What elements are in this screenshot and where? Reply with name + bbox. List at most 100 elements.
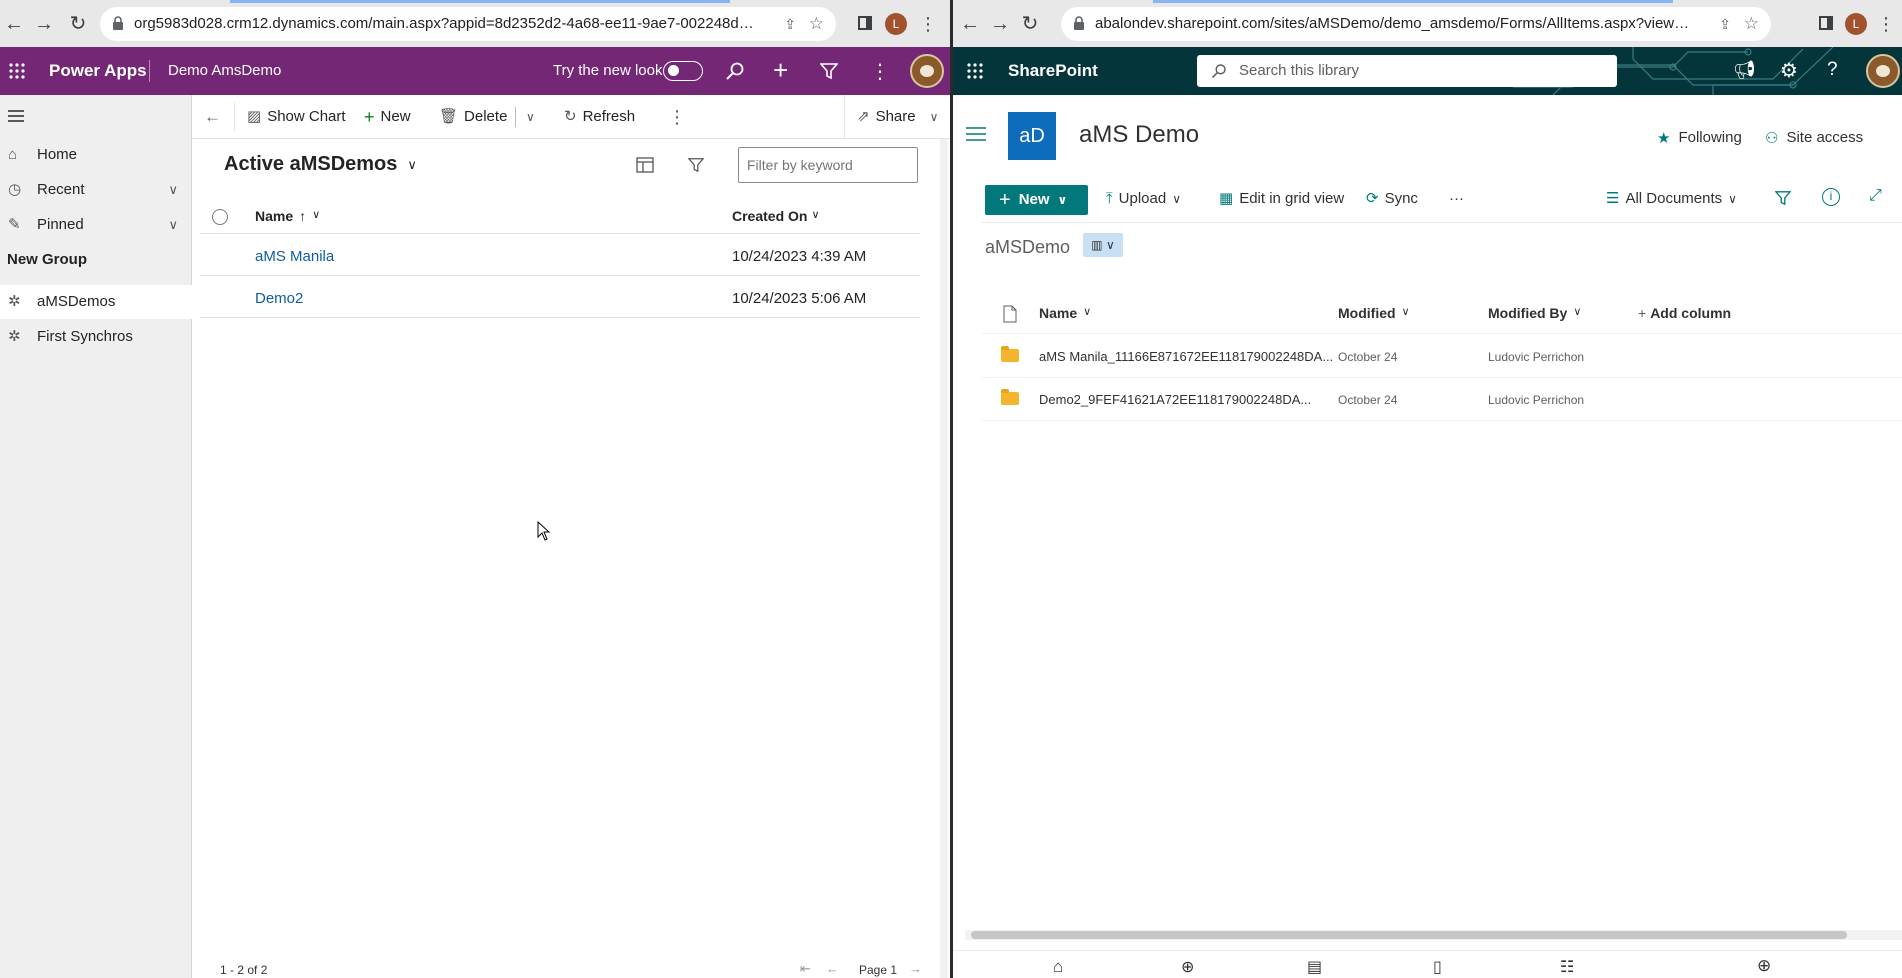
show-chart-button[interactable]: ▨ Show Chart	[247, 95, 346, 139]
list-item[interactable]: aMS Manila_11166E871672EE118179002248DA.…	[981, 335, 1902, 378]
user-avatar[interactable]	[910, 54, 944, 88]
table-row[interactable]: Demo2 10/24/2023 5:06 AM	[200, 276, 920, 318]
address-bar[interactable]: org5983d028.crm12.dynamics.com/main.aspx…	[100, 7, 836, 41]
browser-menu-icon[interactable]: ⋮	[916, 12, 940, 36]
edit-grid-view-button[interactable]: ▦ Edit in grid view	[1219, 180, 1344, 218]
edit-columns-icon[interactable]	[636, 157, 654, 173]
more-commands-icon[interactable]: ···	[1449, 180, 1464, 218]
sidebar-item-home[interactable]: ⌂ Home	[0, 138, 192, 172]
share-page-icon[interactable]: ⇪	[1719, 7, 1731, 41]
app-launcher-icon[interactable]	[8, 62, 26, 80]
chevron-down-icon[interactable]: ∨	[168, 173, 178, 207]
address-bar[interactable]: abalondev.sharepoint.com/sites/aMSDemo/d…	[1061, 7, 1771, 41]
new-button[interactable]: + New	[364, 95, 411, 139]
forward-icon[interactable]: →	[988, 12, 1012, 36]
sidebar-item-first-synchros[interactable]: ✲ First Synchros	[0, 320, 192, 354]
info-icon[interactable]: i	[1822, 188, 1840, 206]
view-selector[interactable]: Active aMSDemos ∨	[224, 153, 417, 176]
select-all-checkbox[interactable]	[212, 209, 228, 225]
plus-icon[interactable]: +	[773, 56, 788, 84]
site-access-button[interactable]: ⚇ Site access	[1765, 129, 1863, 147]
profile-avatar[interactable]: L	[1845, 13, 1867, 35]
library-breadcrumb[interactable]: aMSDemo	[985, 237, 1070, 258]
profile-avatar[interactable]: L	[885, 13, 907, 35]
help-icon[interactable]: ?	[1827, 59, 1838, 81]
chevron-down-icon[interactable]: ∨	[168, 208, 178, 242]
more-commands-icon[interactable]: ⋮	[668, 95, 686, 139]
scrollbar-thumb[interactable]	[971, 931, 1847, 939]
library-views-icon[interactable]: ▥ ∨	[1083, 233, 1123, 257]
following-button[interactable]: ★ Following	[1657, 129, 1742, 147]
back-icon[interactable]: ←	[2, 12, 26, 36]
share-button[interactable]: ⇗ Share ∨	[857, 95, 938, 139]
new-button[interactable]: + New ∨	[985, 185, 1088, 215]
add-column-button[interactable]: + Add column	[1638, 305, 1731, 321]
horizontal-scrollbar[interactable]	[965, 930, 1902, 940]
new-look-toggle[interactable]	[663, 61, 703, 81]
site-logo[interactable]: aD	[1008, 112, 1056, 160]
next-page-icon[interactable]: →	[909, 961, 922, 976]
site-nav-hamburger-icon[interactable]	[966, 126, 986, 142]
site-title[interactable]: aMS Demo	[1079, 121, 1199, 149]
app-launcher-icon[interactable]	[966, 62, 984, 80]
column-header-modified[interactable]: Modified ∨	[1338, 305, 1410, 321]
brand-name[interactable]: SharePoint	[1008, 47, 1098, 95]
refresh-button[interactable]: ↻ Refresh	[564, 95, 635, 139]
record-name-link[interactable]: Demo2	[255, 290, 303, 307]
forward-icon[interactable]: →	[32, 12, 56, 36]
side-panel-icon[interactable]	[1819, 16, 1833, 30]
bookmark-star-icon[interactable]: ☆	[809, 7, 824, 41]
search-icon[interactable]	[725, 61, 745, 81]
sync-button[interactable]: ⟳ Sync	[1366, 180, 1418, 218]
list-item[interactable]: Demo2_9FEF41621A72EE118179002248DA... Oc…	[981, 378, 1902, 421]
sidebar-item-amsdemos[interactable]: ✲ aMSDemos	[0, 285, 192, 319]
filter-icon[interactable]	[1775, 190, 1791, 206]
gear-icon[interactable]: ⚙	[1780, 58, 1798, 83]
create-icon[interactable]: ⊕	[1757, 956, 1771, 976]
filter-icon[interactable]	[820, 62, 838, 80]
share-page-icon[interactable]: ⇪	[784, 7, 796, 41]
search-box[interactable]: Search this library	[1197, 55, 1617, 87]
view-selector[interactable]: ☰ All Documents ∨	[1606, 180, 1737, 218]
record-name-link[interactable]: aMS Manila	[255, 248, 334, 265]
vertical-scrollbar[interactable]	[940, 139, 948, 978]
back-arrow-icon[interactable]: ←	[204, 95, 221, 139]
globe-icon[interactable]: ⊕	[1181, 957, 1194, 977]
table-row[interactable]: aMS Manila 10/24/2023 4:39 AM	[200, 234, 920, 276]
megaphone-icon[interactable]: 📢︎	[1733, 60, 1756, 81]
delete-button[interactable]: 🗑︎ Delete	[439, 95, 507, 139]
column-header-name[interactable]: Name ∨	[1039, 305, 1091, 321]
news-icon[interactable]: ▤	[1307, 957, 1322, 977]
column-header-modified-by[interactable]: Modified By ∨	[1488, 305, 1581, 321]
lists-icon[interactable]: ☷	[1560, 957, 1574, 977]
column-header-name[interactable]: Name ↑ ∨	[255, 208, 320, 224]
folder-name[interactable]: Demo2_9FEF41621A72EE118179002248DA...	[1039, 392, 1311, 407]
modified-by[interactable]: Ludovic Perrichon	[1488, 393, 1584, 407]
filter-icon[interactable]	[688, 157, 704, 173]
filter-keyword-input[interactable]	[738, 147, 918, 183]
folder-name[interactable]: aMS Manila_11166E871672EE118179002248DA.…	[1039, 349, 1333, 364]
brand-name[interactable]: Power Apps	[49, 47, 147, 95]
add-column-label: Add column	[1650, 305, 1732, 321]
bookmark-star-icon[interactable]: ☆	[1744, 7, 1759, 41]
expand-icon[interactable]: ⤢	[1869, 187, 1882, 205]
reload-icon[interactable]: ↻	[1018, 12, 1042, 36]
hamburger-icon[interactable]	[8, 109, 24, 123]
previous-page-icon[interactable]: ←	[826, 961, 839, 976]
file-icon[interactable]: ▯	[1433, 957, 1442, 977]
column-header-created-on[interactable]: Created On ∨	[732, 208, 820, 224]
first-page-icon[interactable]: ⇤	[800, 961, 811, 977]
sidebar-item-pinned[interactable]: ✎ Pinned ∨	[0, 208, 192, 242]
upload-button[interactable]: ⤒ Upload ∨	[1106, 180, 1181, 218]
reload-icon[interactable]: ↻	[66, 12, 90, 36]
side-panel-icon[interactable]	[858, 16, 872, 30]
user-avatar[interactable]	[1866, 54, 1900, 88]
browser-menu-icon[interactable]: ⋮	[1874, 12, 1898, 36]
more-options-icon[interactable]: ⋮	[870, 59, 890, 84]
modified-by[interactable]: Ludovic Perrichon	[1488, 350, 1584, 364]
home-icon[interactable]: ⌂	[1053, 957, 1063, 977]
chevron-down-icon[interactable]: ∨	[526, 95, 535, 139]
app-name[interactable]: Demo AmsDemo	[168, 47, 281, 95]
sidebar-item-recent[interactable]: ◷ Recent ∨	[0, 173, 192, 207]
back-icon[interactable]: ←	[958, 12, 982, 36]
